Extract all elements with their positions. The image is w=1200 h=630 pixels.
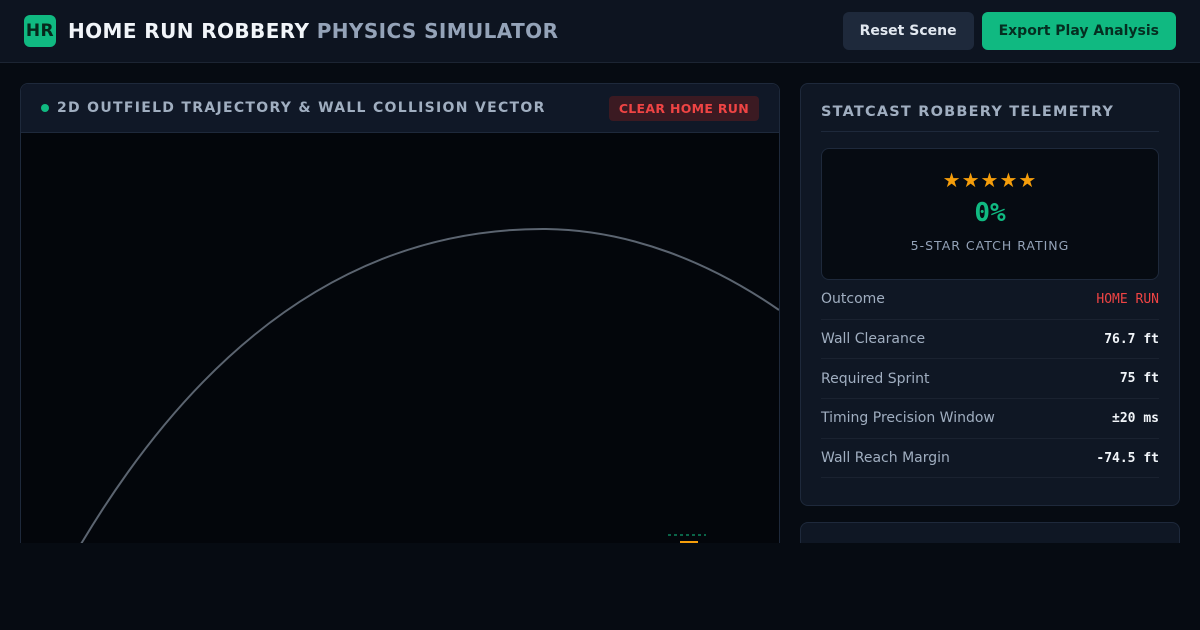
stat-value: 75 ft bbox=[1119, 371, 1159, 387]
stat-row-timing-window: Timing Precision Window ±20 ms bbox=[821, 399, 1159, 439]
trajectory-panel-title: 2D OUTFIELD TRAJECTORY & WALL COLLISION … bbox=[57, 100, 546, 116]
stat-row-outcome: Outcome HOME RUN bbox=[821, 280, 1159, 320]
stat-label: Timing Precision Window bbox=[821, 410, 995, 427]
catch-rating-value: 0% bbox=[974, 198, 1006, 228]
brand: HR HOME RUN ROBBERY PHYSICS SIMULATOR bbox=[24, 15, 558, 47]
stat-value: HOME RUN bbox=[1096, 291, 1159, 307]
stat-value: 76.7 ft bbox=[1104, 331, 1159, 347]
telemetry-panel: STATCAST ROBBERY TELEMETRY ★★★★★ 0% 5-ST… bbox=[800, 83, 1180, 506]
stat-label: Outcome bbox=[821, 291, 885, 308]
live-indicator-dot bbox=[41, 104, 49, 112]
header-actions: Reset Scene Export Play Analysis bbox=[842, 12, 1176, 50]
app-logo: HR bbox=[24, 15, 56, 47]
telemetry-title: STATCAST ROBBERY TELEMETRY bbox=[821, 104, 1159, 132]
trajectory-panel-header: 2D OUTFIELD TRAJECTORY & WALL COLLISION … bbox=[21, 84, 779, 133]
trajectory-canvas[interactable] bbox=[21, 133, 779, 543]
stat-row-required-sprint: Required Sprint 75 ft bbox=[821, 359, 1159, 400]
top-bar: HR HOME RUN ROBBERY PHYSICS SIMULATOR Re… bbox=[0, 0, 1200, 63]
catch-rating-label: 5-STAR CATCH RATING bbox=[910, 238, 1070, 253]
catch-rating-card: ★★★★★ 0% 5-STAR CATCH RATING bbox=[821, 148, 1159, 280]
trajectory-panel-heading: 2D OUTFIELD TRAJECTORY & WALL COLLISION … bbox=[41, 100, 546, 116]
stat-row-wall-clearance: Wall Clearance 76.7 ft bbox=[821, 320, 1159, 360]
stat-label: Wall Reach Margin bbox=[821, 450, 950, 467]
stat-label: Required Sprint bbox=[821, 370, 930, 387]
app-title: HOME RUN ROBBERY PHYSICS SIMULATOR bbox=[68, 19, 558, 43]
ball-trajectory-curve bbox=[80, 227, 779, 543]
app-title-main: HOME RUN ROBBERY bbox=[68, 19, 310, 43]
secondary-panel bbox=[800, 522, 1180, 543]
stat-row-wall-reach-margin: Wall Reach Margin -74.5 ft bbox=[821, 439, 1159, 479]
app-title-sub: PHYSICS SIMULATOR bbox=[316, 19, 559, 43]
star-rating-icon: ★★★★★ bbox=[942, 168, 1038, 192]
stat-label: Wall Clearance bbox=[821, 331, 926, 348]
stat-value: ±20 ms bbox=[1112, 410, 1159, 426]
export-play-analysis-button[interactable]: Export Play Analysis bbox=[981, 12, 1176, 50]
reset-scene-button[interactable]: Reset Scene bbox=[842, 12, 974, 50]
stat-value: -74.5 ft bbox=[1096, 450, 1159, 466]
outcome-status-badge: CLEAR HOME RUN bbox=[608, 95, 759, 121]
trajectory-panel: 2D OUTFIELD TRAJECTORY & WALL COLLISION … bbox=[20, 83, 780, 543]
